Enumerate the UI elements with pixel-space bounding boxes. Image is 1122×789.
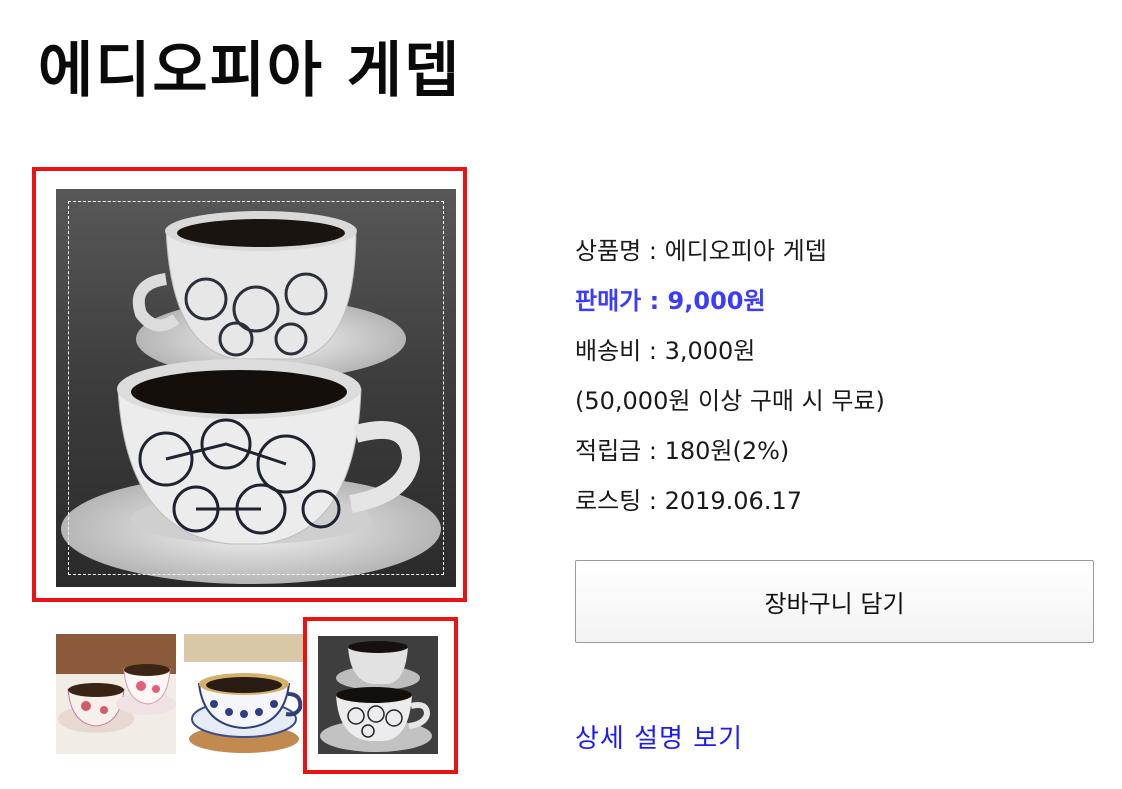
- reward-points: 적립금 : 180원(2%): [575, 437, 790, 465]
- shipping-note: (50,000원 이상 구매 시 무료): [575, 387, 885, 415]
- product-info: 상품명 : 에디오피아 게뎁 판매가 : 9,000원 배송비 : 3,000원…: [575, 226, 885, 526]
- main-product-image: [56, 189, 456, 587]
- roasting-date: 로스팅 : 2019.06.17: [575, 487, 802, 515]
- view-details-link[interactable]: 상세 설명 보기: [575, 718, 743, 755]
- product-name: 상품명 : 에디오피아 게뎁: [575, 237, 827, 265]
- product-price: 판매가 : 9,000원: [575, 287, 766, 315]
- add-to-cart-button[interactable]: 장바구니 담기: [575, 560, 1094, 643]
- thumbnail-1[interactable]: [56, 634, 176, 754]
- product-page: 에디오피아 게뎁 상품명: 에디오피아 게뎁 판매가: 9,000원 배송비…: [0, 0, 1122, 789]
- thumbnail-3[interactable]: [318, 636, 438, 754]
- page-title: 에디오피아 게뎁: [38, 36, 462, 106]
- thumbnail-2[interactable]: [184, 634, 304, 754]
- shipping-fee: 배송비 : 3,000원: [575, 337, 756, 365]
